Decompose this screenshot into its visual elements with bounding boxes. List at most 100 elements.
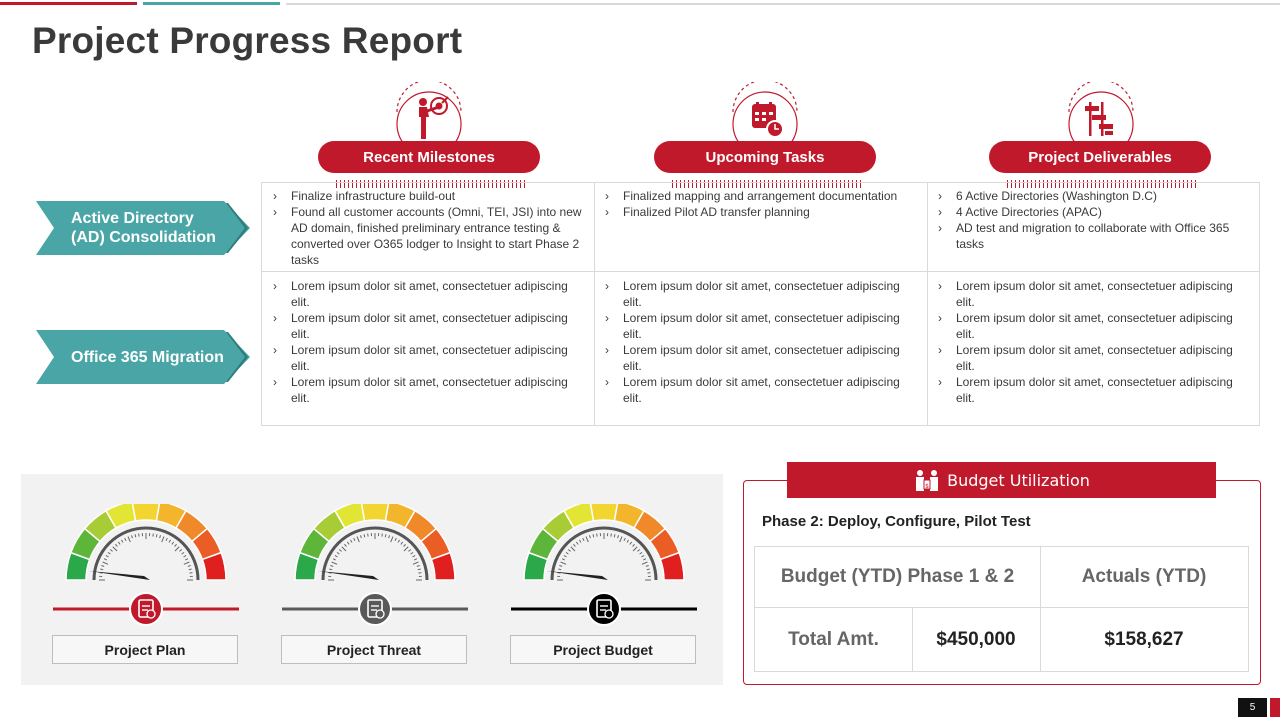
page-title: Project Progress Report [32,20,463,61]
gauge-tick [394,537,397,542]
gauge-tick [112,546,118,552]
gauge-tick [642,558,647,561]
gauge-tick [341,546,347,552]
gauge-tick [171,541,175,545]
gauge-tick [181,551,185,555]
gauge-tick [360,535,362,539]
gauge-tick [582,537,585,542]
gauge-tick [338,549,342,552]
gauge-tick [567,549,571,552]
cell-r0-c0: Finalize infrastructure build-outFound a… [262,183,595,268]
cell-r0-c2: 6 Active Directories (Washington D.C)4 A… [927,183,1260,252]
gauge-tick [408,549,412,552]
gauge-label: Project Budget [510,635,696,664]
gauge-tick [131,535,133,539]
gauge-tick [646,568,650,571]
gauge-tick [632,546,638,552]
gauge-tick [412,561,419,565]
cell-r1-c0: Lorem ipsum dolor sit amet, consectetuer… [262,273,595,406]
gauge-tick [115,543,118,547]
gauge-tick [619,536,623,543]
bullet-item: 4 Active Directories (APAC) [937,204,1250,220]
budget-header-right: Actuals (YTD) [1081,566,1207,587]
gauge-tick [645,565,649,567]
gauge-tick [161,536,165,543]
gauge-tick [626,539,629,543]
bullet-item: Lorem ipsum dolor sit amet, consectetuer… [937,342,1250,374]
gauge-tick [397,539,400,543]
gauge-project-threat: Project Threat [270,499,468,674]
gauge-tick [100,568,104,571]
gauge-tick [639,551,643,555]
gauge-tick [613,534,616,538]
gauge-tick [585,536,589,543]
gauge-tick [346,541,350,545]
cell-r1-c2: Lorem ipsum dolor sit amet, consectetuer… [927,273,1260,406]
page-number: 5 [1238,698,1267,717]
bullet-item: Lorem ipsum dolor sit amet, consectetuer… [937,310,1250,342]
gauge-tick [558,568,562,571]
gauge-tick [174,543,177,547]
bullet-item: Lorem ipsum dolor sit amet, consectetuer… [604,278,917,310]
bullet-item: Lorem ipsum dolor sit amet, consectetuer… [604,374,917,406]
speedometer-icon [511,499,697,626]
clipboard-warning-icon [358,592,392,626]
gauge-segment [131,499,161,522]
gauge-tick [400,541,404,545]
gauge-tick [641,555,645,558]
gauge-tick [168,539,171,543]
column-header-upcoming-tasks: Upcoming Tasks [654,141,876,173]
gauge-tick [184,558,189,561]
row-label-text: Office 365 Migration [71,348,224,366]
gauge-tick [187,565,191,567]
gauge-tick [330,565,334,567]
gauge-segment [589,499,619,522]
budget-header: $ Budget Utilization [787,462,1216,498]
bullet-item: Lorem ipsum dolor sit amet, consectetuer… [272,310,585,342]
gauge-tick [623,537,626,542]
gauge-tick [105,555,109,558]
gauge-tick [384,534,387,538]
accent-bar-gray [286,3,1280,5]
budget-warning-icon [587,592,621,626]
gauge-label: Project Threat [281,635,467,664]
gauge-label: Project Plan [52,635,238,664]
gauge-tick [101,565,105,567]
gauge-segment [360,499,390,522]
gauge-tick [103,558,108,561]
gauge-tick [336,551,340,555]
gauge-tick [575,541,579,545]
gauge-needle [546,570,608,580]
gauge-panel: Project Plan Project Threat Project Budg… [21,474,723,685]
gauge-tick [573,543,576,547]
gauge-tick [561,558,566,561]
gauge-tick [332,558,337,561]
gauge-tick [410,551,414,555]
gauge-tick [127,536,131,543]
bullet-item: Lorem ipsum dolor sit amet, consectetuer… [604,342,917,374]
budget-header-left: Budget (YTD) Phase 1 & 2 [780,566,1015,587]
gauge-project-budget: Project Budget [499,499,697,674]
gauge-tick [165,537,168,542]
bullet-item: 6 Active Directories (Washington D.C) [937,188,1250,204]
gauge-tick [159,535,161,539]
gauge-tick [563,555,567,558]
speedometer-icon [282,499,468,626]
gauge-tick [390,536,394,543]
bullet-item: Finalized Pilot AD transfer planning [604,204,917,220]
bullet-item: Finalized mapping and arrangement docume… [604,188,917,204]
gauge-tick [121,539,124,543]
total-amount-label: Total Amt. [788,628,879,650]
gauge-tick [413,558,418,561]
gauge-tick [174,546,180,552]
gauge-project-plan: Project Plan [41,499,239,674]
clipboard-clock-icon [129,592,163,626]
gauge-tick [179,549,183,552]
column-header-project-deliverables: Project Deliverables [989,141,1211,173]
gauge-tick [188,568,192,571]
gauge-tick [334,555,338,558]
phase-label: Phase 2: Deploy, Configure, Pilot Test [762,513,1031,530]
bullet-item: Lorem ipsum dolor sit amet, consectetuer… [272,278,585,310]
grid-divider [262,271,1259,272]
accent-bar-teal [143,2,280,5]
